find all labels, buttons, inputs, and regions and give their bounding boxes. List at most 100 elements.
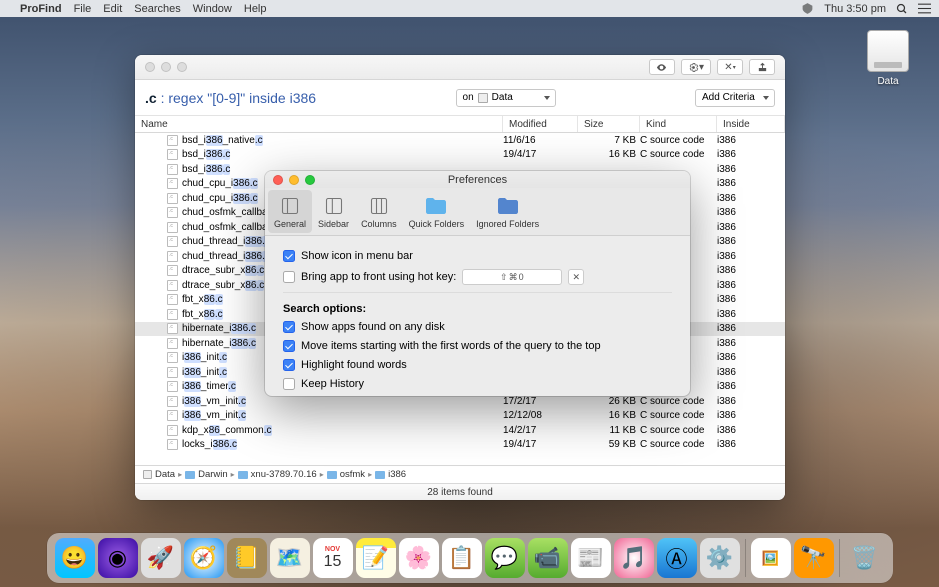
menu-searches[interactable]: Searches <box>134 3 180 15</box>
menu-edit[interactable]: Edit <box>103 3 122 15</box>
settings-button[interactable]: ▾ <box>681 59 711 75</box>
file-icon <box>167 367 178 378</box>
dock-appstore[interactable]: Ⓐ <box>657 538 697 578</box>
checkbox-keep-history[interactable] <box>283 378 295 390</box>
column-modified[interactable]: Modified <box>503 116 578 132</box>
tools-button[interactable]: ✕▾ <box>717 59 743 75</box>
spotlight-icon[interactable] <box>896 3 908 15</box>
path-bar[interactable]: Data▸Darwin▸xnu-3789.70.16▸osfmk▸i386 <box>135 465 785 483</box>
label-show-icon: Show icon in menu bar <box>301 250 413 262</box>
menu-window[interactable]: Window <box>193 3 232 15</box>
quicklook-button[interactable] <box>649 59 675 75</box>
checkbox-move-first-words[interactable] <box>283 340 295 352</box>
hotkey-field[interactable]: ⇧⌘0 <box>462 269 562 285</box>
folder-icon <box>185 471 195 479</box>
dock-maps[interactable]: 🗺️ <box>270 538 310 578</box>
dock-reminders[interactable]: 📋 <box>442 538 482 578</box>
checkbox-hotkey[interactable] <box>283 271 295 283</box>
file-icon <box>167 338 178 349</box>
zoom-button[interactable] <box>177 62 187 72</box>
checkbox-show-icon[interactable] <box>283 250 295 262</box>
label-apps-any-disk: Show apps found on any disk <box>301 321 445 333</box>
share-button[interactable] <box>749 59 775 75</box>
file-icon <box>167 381 178 392</box>
dock-trash[interactable]: 🗑️ <box>845 538 885 578</box>
pref-title: Preferences <box>448 174 507 186</box>
checkbox-highlight[interactable] <box>283 359 295 371</box>
file-icon <box>167 149 178 160</box>
preferences-window: Preferences General Sidebar Columns Quic… <box>265 171 690 396</box>
tab-quick-folders[interactable]: Quick Folders <box>403 188 471 235</box>
close-button[interactable] <box>273 175 283 185</box>
dock-messages[interactable]: 💬 <box>485 538 525 578</box>
column-size[interactable]: Size <box>578 116 640 132</box>
pref-body: Show icon in menu bar Bring app to front… <box>265 236 690 396</box>
tab-ignored-folders[interactable]: Ignored Folders <box>470 188 545 235</box>
hotkey-clear-button[interactable]: ✕ <box>568 269 584 285</box>
tab-general[interactable]: General <box>268 190 312 233</box>
folder-icon <box>327 471 337 479</box>
path-segment[interactable]: Data <box>155 469 175 480</box>
dock: 😀 ◉ 🚀 🧭 📒 🗺️ NOV15 📝 🌸 📋 💬 📹 📰 🎵 Ⓐ ⚙️ 🖼️… <box>47 533 893 583</box>
dock-music[interactable]: 🎵 <box>614 538 654 578</box>
dock-screenshot[interactable]: 🖼️ <box>751 538 791 578</box>
app-menu[interactable]: ProFind <box>20 3 62 15</box>
volume-icon <box>143 470 152 479</box>
column-kind[interactable]: Kind <box>640 116 717 132</box>
add-criteria-dropdown[interactable]: Add Criteria <box>695 89 775 107</box>
menu-file[interactable]: File <box>74 3 92 15</box>
dock-safari[interactable]: 🧭 <box>184 538 224 578</box>
close-button[interactable] <box>145 62 155 72</box>
pref-titlebar[interactable]: Preferences <box>265 171 690 188</box>
drive-icon <box>867 30 909 72</box>
dock-notes[interactable]: 📝 <box>356 538 396 578</box>
table-row[interactable]: bsd_i386_native.c11/6/167 KBC source cod… <box>135 133 785 148</box>
table-row[interactable]: kdp_x86_common.c14/2/1711 KBC source cod… <box>135 423 785 438</box>
file-icon <box>167 294 178 305</box>
dock-news[interactable]: 📰 <box>571 538 611 578</box>
dock-launchpad[interactable]: 🚀 <box>141 538 181 578</box>
minimize-button[interactable] <box>289 175 299 185</box>
dock-siri[interactable]: ◉ <box>98 538 138 578</box>
menu-list-icon[interactable] <box>918 3 931 14</box>
dock-calendar[interactable]: NOV15 <box>313 538 353 578</box>
dock-preferences[interactable]: ⚙️ <box>700 538 740 578</box>
label-keep-history: Keep History <box>301 378 364 390</box>
label-move-first-words: Move items starting with the first words… <box>301 340 601 352</box>
dock-photos[interactable]: 🌸 <box>399 538 439 578</box>
checkbox-apps-any-disk[interactable] <box>283 321 295 333</box>
dock-facetime[interactable]: 📹 <box>528 538 568 578</box>
file-icon <box>167 222 178 233</box>
table-header: Name Modified Size Kind Inside <box>135 116 785 133</box>
query-field[interactable]: .c : regex "[0-9]" inside i386 <box>145 90 316 106</box>
dock-finder[interactable]: 😀 <box>55 538 95 578</box>
dock-contacts[interactable]: 📒 <box>227 538 267 578</box>
table-row[interactable]: i386_vm_init.c17/2/1726 KBC source codei… <box>135 394 785 409</box>
table-row[interactable]: bsd_i386.c19/4/1716 KBC source codei386 <box>135 148 785 163</box>
titlebar[interactable]: ▾ ✕▾ <box>135 55 785 80</box>
path-segment[interactable]: i386 <box>388 469 406 480</box>
profind-menubar-icon[interactable] <box>801 2 814 15</box>
minimize-button[interactable] <box>161 62 171 72</box>
file-icon <box>167 323 178 334</box>
table-row[interactable]: locks_i386.c19/4/1759 KBC source codei38… <box>135 438 785 453</box>
zoom-button[interactable] <box>305 175 315 185</box>
file-icon <box>167 135 178 146</box>
clock[interactable]: Thu 3:50 pm <box>824 3 886 15</box>
column-name[interactable]: Name <box>135 116 503 132</box>
file-icon <box>167 396 178 407</box>
path-segment[interactable]: Darwin <box>198 469 228 480</box>
path-segment[interactable]: xnu-3789.70.16 <box>251 469 317 480</box>
file-icon <box>167 265 178 276</box>
tab-sidebar[interactable]: Sidebar <box>312 188 355 235</box>
path-segment[interactable]: osfmk <box>340 469 365 480</box>
location-dropdown[interactable]: on Data <box>456 89 556 107</box>
desktop-volume-data[interactable]: Data <box>867 30 909 87</box>
status-bar: 28 items found <box>135 483 785 500</box>
dock-profind[interactable]: 🔭 <box>794 538 834 578</box>
table-row[interactable]: i386_vm_init.c12/12/0816 KBC source code… <box>135 409 785 424</box>
column-inside[interactable]: Inside <box>717 116 785 132</box>
query-row: .c : regex "[0-9]" inside i386 on Data A… <box>135 80 785 116</box>
tab-columns[interactable]: Columns <box>355 188 403 235</box>
menu-help[interactable]: Help <box>244 3 267 15</box>
